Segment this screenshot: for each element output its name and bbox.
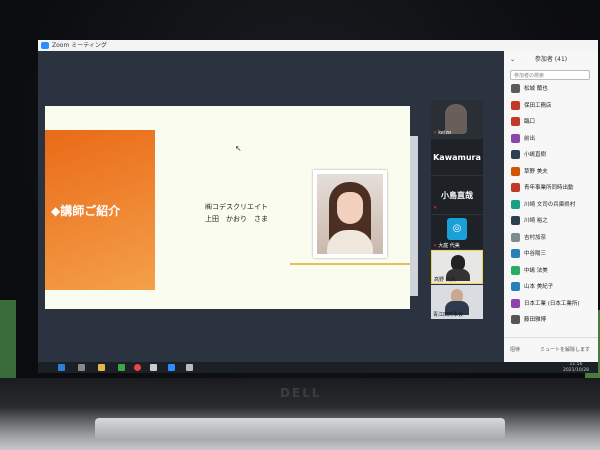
mic-muted-icon: ✕ [433, 130, 438, 136]
participant-list-item[interactable]: 藤田雅博 [511, 314, 595, 327]
speaker-company: ㈱コデスクリエイト [205, 203, 268, 211]
laptop-screen: Zoom ミーティング ◆講師ご紹介 ㈱コデスクリエイト 上田 かおり さま ↖… [38, 40, 598, 373]
participant-list-item[interactable]: 中谷陽三 [511, 248, 595, 261]
participant-list-item[interactable]: 臨口 [511, 116, 595, 129]
participant-name: 山本 美紀子 [524, 284, 554, 290]
participant-name: 青年事業所同時出動 [524, 185, 574, 191]
participant-list-item[interactable]: 吉村加奈 [511, 232, 595, 245]
participant-name: keizo [438, 130, 452, 136]
unmute-button[interactable]: ミュートを解除します [540, 346, 590, 353]
app-icon[interactable] [150, 364, 157, 371]
app-icon[interactable] [186, 364, 193, 371]
invite-button[interactable]: 招待 [510, 346, 520, 353]
mic-muted-icon: ✕ [433, 205, 438, 211]
participant-name: 日本工業 (日本工業所) [524, 300, 580, 307]
chrome-icon[interactable] [134, 364, 141, 371]
video-tile-active-speaker[interactable]: 高野 代美 [431, 250, 483, 284]
participant-list-item[interactable]: 保田工務店 [511, 100, 595, 113]
mic-muted-icon: ✕ [433, 243, 438, 249]
participant-list-item[interactable]: 中嶋 法美 [511, 265, 595, 278]
participant-list-item[interactable]: 川崎 文司の兵庫県村 [511, 199, 595, 212]
participant-name: 高野 代美 [434, 277, 456, 283]
shared-screen: ◆講師ご紹介 ㈱コデスクリエイト 上田 かおり さま ↖ ✕keizo Kawa… [38, 51, 504, 362]
search-icon[interactable] [78, 364, 85, 371]
start-icon[interactable] [58, 364, 65, 371]
chevron-down-icon[interactable]: ⌄ [510, 51, 515, 69]
video-tile[interactable]: 青江田商事会 [431, 285, 483, 319]
clock-date: 2021/10/28 [563, 367, 589, 373]
speaker-name: 上田 かおり さま [205, 215, 268, 223]
video-tile[interactable]: Kawamura [431, 139, 483, 175]
avatar [511, 84, 520, 93]
video-tile[interactable]: ✕keizo [431, 100, 483, 138]
panel-title: 参加者 (41) [534, 56, 568, 63]
zoom-logo-icon [41, 42, 49, 49]
windows-taskbar: 11:56 2021/10/28 [38, 362, 598, 373]
participant-name: 大庭 代美 [438, 243, 460, 249]
section-title: ◆講師ご紹介 [51, 204, 121, 218]
panel-footer: 招待 ミュートを解除します [504, 337, 598, 362]
participant-name: 臨口 [524, 119, 536, 125]
slide-accent-bar [410, 136, 418, 296]
divider [290, 263, 412, 265]
avatar [511, 166, 520, 176]
avatar [511, 117, 520, 126]
org-logo-icon: ◎ [447, 218, 467, 240]
clock: 11:56 2021/10/28 [558, 362, 594, 373]
folder-icon[interactable] [98, 364, 105, 371]
participant-name: 吉村加奈 [524, 234, 547, 241]
mouse-cursor-icon: ↖ [235, 144, 242, 153]
window-titlebar: Zoom ミーティング [38, 40, 598, 51]
participant-name: 中嶋 法美 [524, 267, 548, 274]
avatar [511, 298, 520, 308]
participant-list-item[interactable]: 日本工業 (日本工業所) [511, 298, 595, 311]
video-tile[interactable]: ◎ ✕大庭 代美 [431, 215, 483, 249]
participant-list-item[interactable]: 草野 美夫 [511, 166, 595, 179]
avatar [511, 249, 520, 258]
avatar [511, 315, 520, 324]
participant-name: 草野 美夫 [524, 168, 548, 175]
avatar [511, 150, 520, 159]
participant-list-item[interactable]: 前出 [511, 133, 595, 146]
avatar [511, 183, 520, 192]
section-banner: ◆講師ご紹介 [45, 130, 155, 290]
participant-list-item[interactable]: 山本 美紀子 [511, 281, 595, 294]
participant-name: 川崎 文司の兵庫県村 [524, 201, 576, 208]
avatar [511, 232, 520, 242]
avatar [511, 199, 520, 209]
laptop-hinge [95, 418, 505, 440]
avatar [511, 100, 520, 110]
participant-name: 小嶋直樹 [524, 152, 547, 158]
search-input[interactable]: 参加者の検索 [510, 70, 590, 80]
participant-name: 川崎 裕之 [524, 218, 548, 224]
participant-name: 小島直哉 [441, 191, 473, 200]
participant-name: 中谷陽三 [524, 251, 547, 257]
brand-logo: DELL [280, 386, 322, 400]
avatar [511, 216, 520, 225]
participant-name: 前出 [524, 135, 536, 142]
participant-list-item[interactable]: 青年事業所同時出動 [511, 182, 595, 195]
video-tile[interactable]: ✕ 小島直哉 [431, 176, 483, 214]
participant-name: Kawamura [433, 153, 481, 162]
participant-list-item[interactable]: 松城 蘭也 [511, 83, 595, 96]
zoom-icon[interactable] [168, 364, 175, 371]
participant-name: 保田工務店 [524, 102, 552, 109]
avatar [511, 265, 520, 275]
speaker-photo [313, 170, 387, 258]
participant-list-item[interactable]: 川崎 裕之 [511, 215, 595, 228]
line-icon[interactable] [118, 364, 125, 371]
panel-header: ⌄ 参加者 (41) [504, 51, 598, 69]
participants-panel: ⌄ 参加者 (41) 参加者の検索 松城 蘭也保田工務店臨口前出小嶋直樹草野 美… [504, 51, 598, 362]
avatar [511, 133, 520, 143]
participant-list-item[interactable]: 小嶋直樹 [511, 149, 595, 162]
avatar [511, 282, 520, 291]
participant-name: 藤田雅博 [524, 317, 547, 323]
participant-name: 松城 蘭也 [524, 86, 548, 92]
presentation-slide: ◆講師ご紹介 ㈱コデスクリエイト 上田 かおり さま ↖ [45, 106, 418, 309]
participant-name: 青江田商事会 [433, 312, 464, 318]
window-title: Zoom ミーティング [52, 42, 107, 49]
